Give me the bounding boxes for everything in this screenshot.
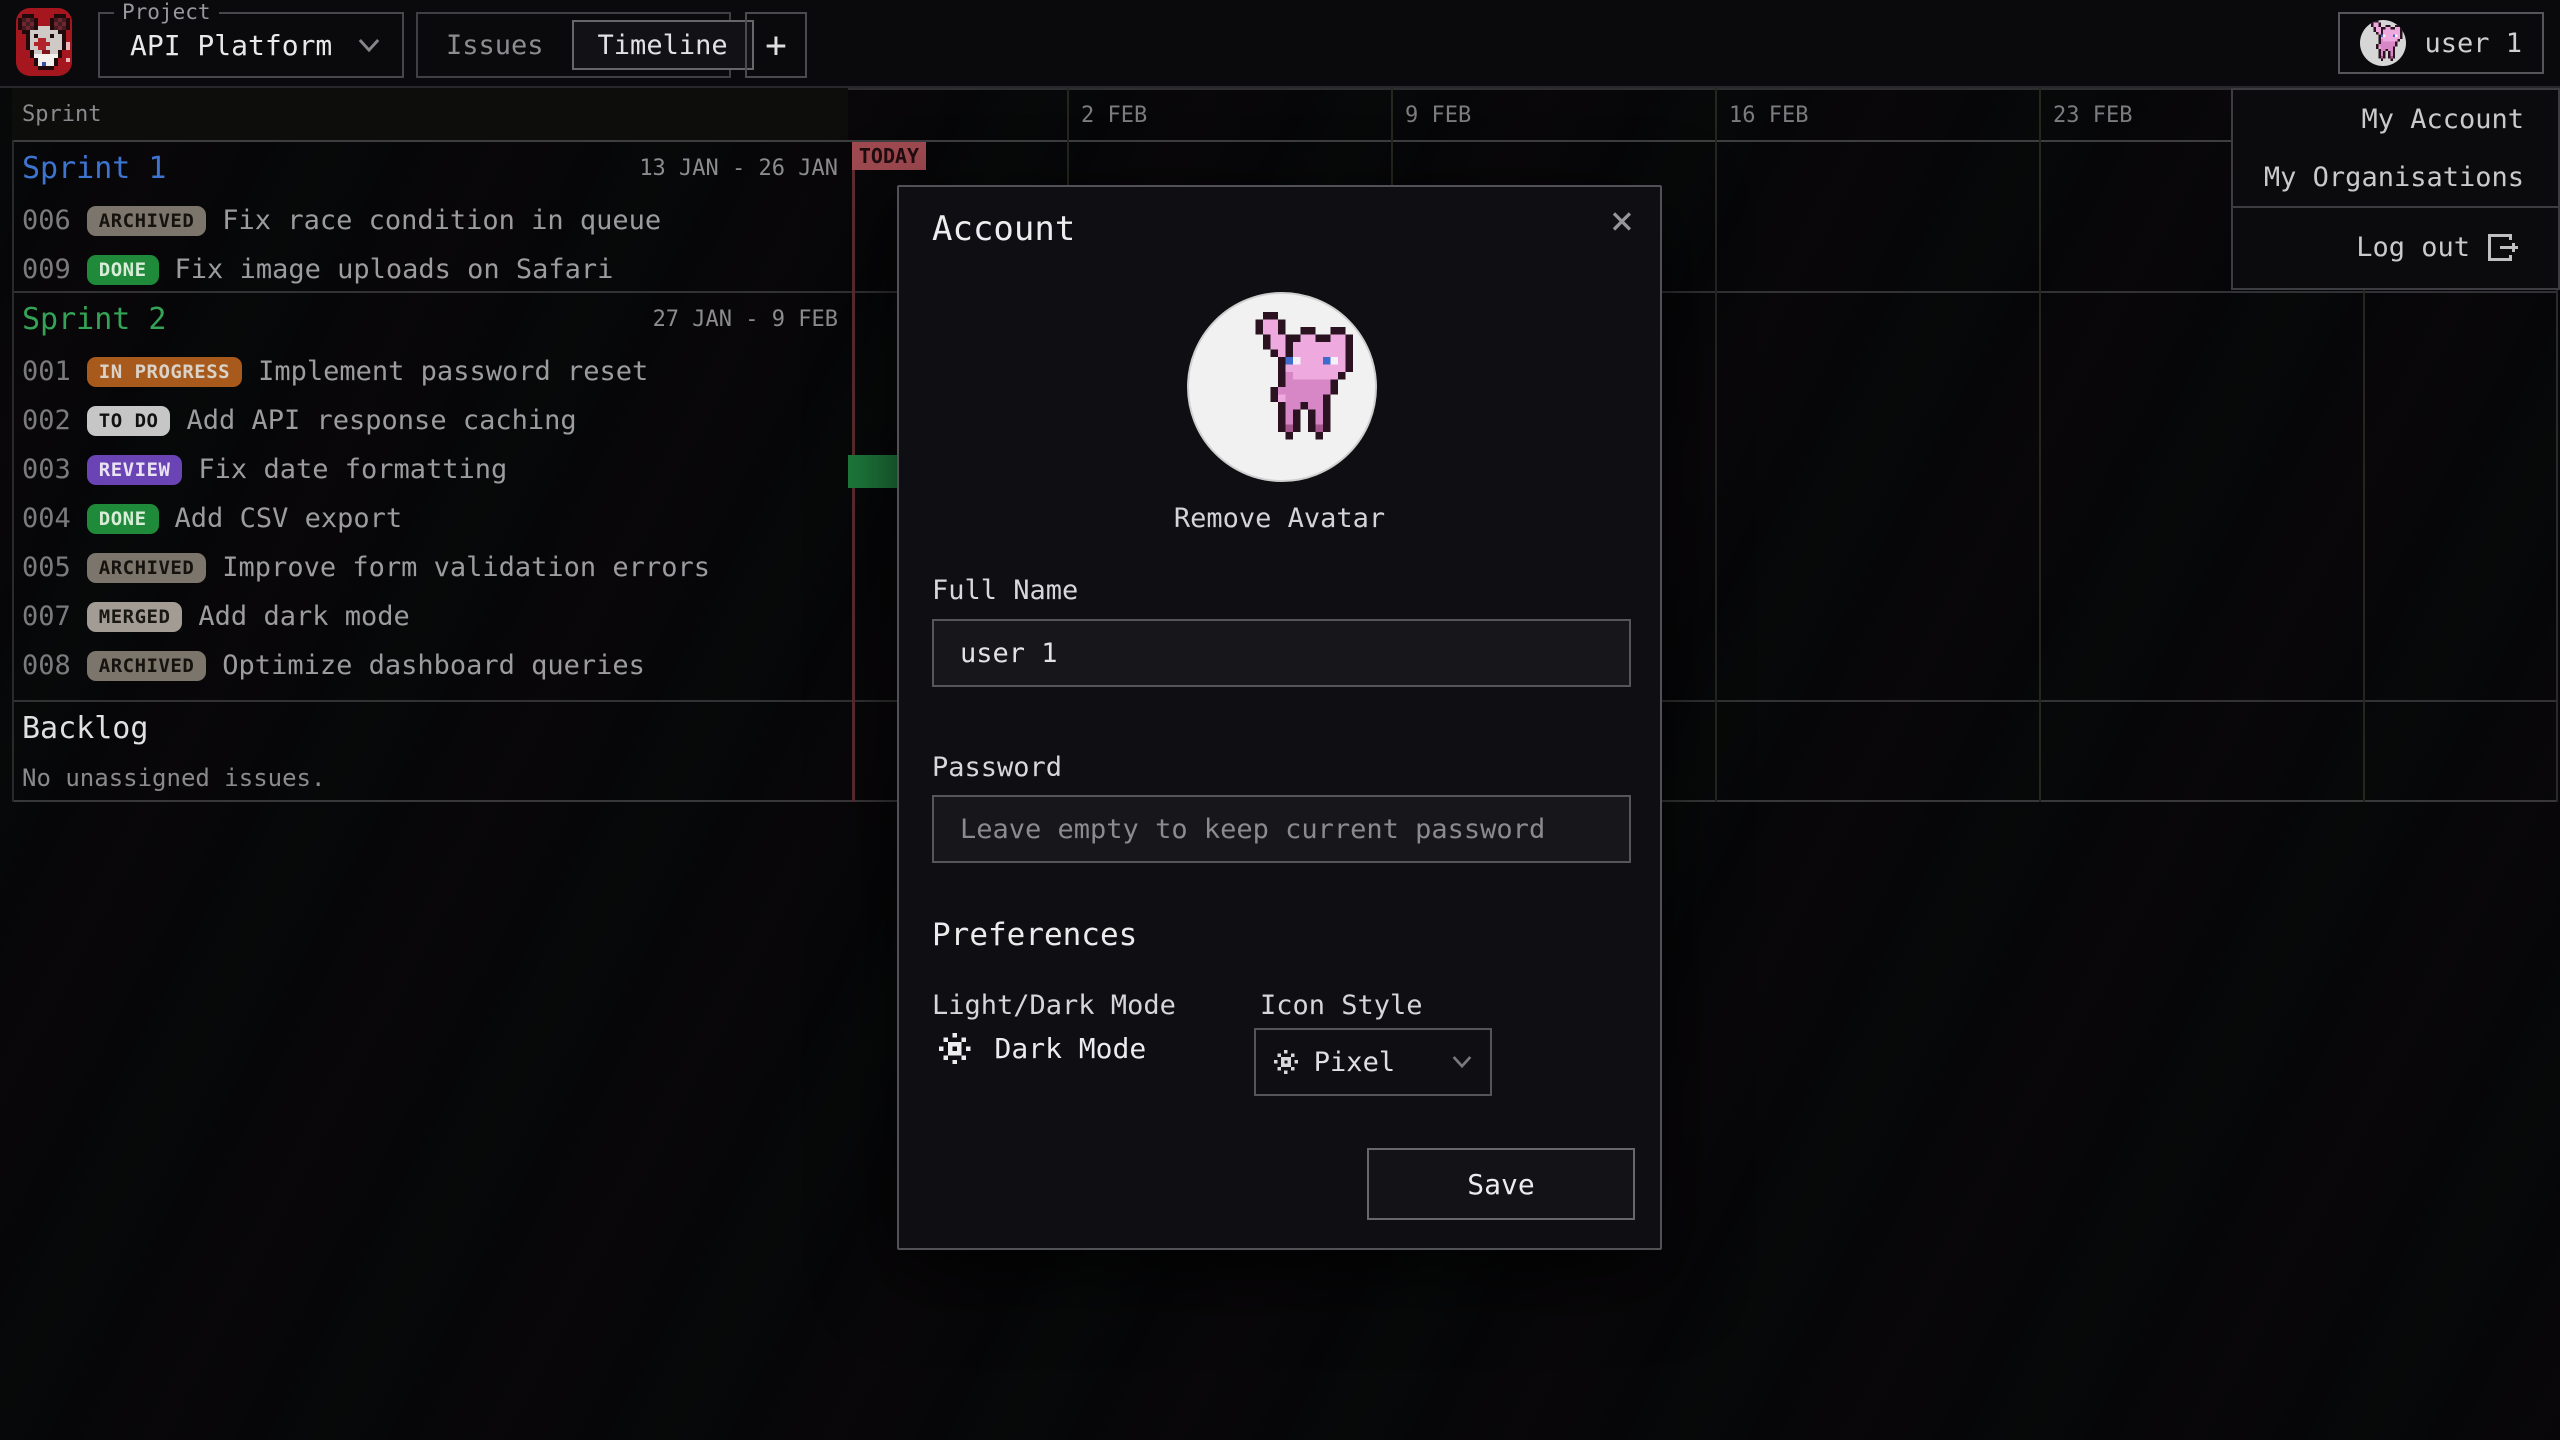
menu-item-log-out[interactable]: Log out xyxy=(2233,208,2558,286)
issue-row[interactable]: 009 DONE Fix image uploads on Safari xyxy=(12,245,848,294)
view-tabs: Issues Timeline xyxy=(416,12,731,78)
koala-pixel-icon xyxy=(18,14,70,70)
app-logo-koala-icon[interactable] xyxy=(16,8,72,76)
status-badge: TO DO xyxy=(87,406,171,436)
project-selector[interactable]: Project API Platform xyxy=(98,12,404,78)
sprint-section: Sprint 1 13 JAN - 26 JAN 006 ARCHIVED Fix ra… xyxy=(12,140,848,294)
issue-row[interactable]: 001 IN PROGRESS Implement password reset xyxy=(12,347,848,396)
chevron-down-icon xyxy=(358,38,380,53)
issue-row[interactable]: 008 ARCHIVED Optimize dashboard queries xyxy=(12,641,848,690)
add-button[interactable]: + xyxy=(745,12,807,78)
close-icon[interactable]: × xyxy=(1610,201,1634,241)
sprint-column-header: Sprint xyxy=(12,88,848,140)
issue-number: 005 xyxy=(22,552,71,583)
issue-number: 007 xyxy=(22,601,71,632)
issue-number: 001 xyxy=(22,356,71,387)
today-marker: TODAY xyxy=(852,142,926,170)
timeline-gridline xyxy=(2039,88,2041,802)
user-menu-button[interactable]: user 1 xyxy=(2338,12,2544,74)
sprint-name[interactable]: Backlog xyxy=(22,711,148,746)
menu-item-my-account[interactable]: My Account xyxy=(2233,90,2558,148)
tab-timeline[interactable]: Timeline xyxy=(572,20,754,70)
issue-number: 003 xyxy=(22,454,71,485)
log-out-label: Log out xyxy=(2356,232,2470,263)
status-badge: DONE xyxy=(87,504,159,534)
avatar-preview[interactable] xyxy=(1187,292,1377,482)
password-input[interactable] xyxy=(932,795,1631,863)
sprint-panel: Sprint Sprint 1 13 JAN - 26 JAN 006 ARCHIVE… xyxy=(12,88,848,802)
timeline-date-label: 16 FEB xyxy=(1729,103,1808,128)
sun-icon xyxy=(939,1033,971,1065)
dark-mode-toggle[interactable]: Dark Mode xyxy=(939,1032,1146,1065)
icon-style-label: Icon Style xyxy=(1260,990,1423,1021)
save-button[interactable]: Save xyxy=(1367,1148,1635,1220)
account-modal: Account × Remove Avatar Full Name Passwo… xyxy=(897,185,1662,1250)
issue-title: Add CSV export xyxy=(175,503,403,534)
issue-title: Fix race condition in queue xyxy=(222,205,661,236)
sprint-name[interactable]: Sprint 2 xyxy=(22,302,167,337)
status-badge: ARCHIVED xyxy=(87,553,207,583)
project-name: API Platform xyxy=(130,29,332,62)
tab-issues[interactable]: Issues xyxy=(418,30,572,61)
issue-title: Fix image uploads on Safari xyxy=(175,254,614,285)
backlog-empty-text: No unassigned issues. xyxy=(12,764,848,792)
sprint-dates: 13 JAN - 26 JAN xyxy=(639,156,838,181)
icon-style-value: Pixel xyxy=(1314,1047,1395,1078)
issue-title: Implement password reset xyxy=(258,356,648,387)
full-name-input[interactable] xyxy=(932,619,1631,687)
timeline-date-label: 23 FEB xyxy=(2053,103,2132,128)
logout-icon xyxy=(2488,234,2524,261)
issue-row[interactable]: 006 ARCHIVED Fix race condition in queue xyxy=(12,196,848,245)
remove-avatar-button[interactable]: Remove Avatar xyxy=(899,503,1660,534)
issue-number: 002 xyxy=(22,405,71,436)
mode-value: Dark Mode xyxy=(995,1032,1147,1065)
sprint-section: Backlog No unassigned issues. xyxy=(12,700,848,792)
timeline-date-label: 2 FEB xyxy=(1081,103,1147,128)
modal-title: Account xyxy=(932,209,1075,249)
issue-row[interactable]: 002 TO DO Add API response caching xyxy=(12,396,848,445)
issue-number: 006 xyxy=(22,205,71,236)
issue-row[interactable]: 003 REVIEW Fix date formatting xyxy=(12,445,848,494)
status-badge: REVIEW xyxy=(87,455,183,485)
timeline-date-label: 9 FEB xyxy=(1405,103,1471,128)
issue-number: 009 xyxy=(22,254,71,285)
status-badge: MERGED xyxy=(87,602,183,632)
issue-title: Add dark mode xyxy=(198,601,409,632)
issue-row[interactable]: 004 DONE Add CSV export xyxy=(12,494,848,543)
status-badge: DONE xyxy=(87,255,159,285)
issue-number: 004 xyxy=(22,503,71,534)
issue-title: Optimize dashboard queries xyxy=(222,650,645,681)
status-badge: IN PROGRESS xyxy=(87,357,242,387)
sprint-name[interactable]: Sprint 1 xyxy=(22,151,167,186)
project-selector-label: Project xyxy=(114,0,219,24)
status-badge: ARCHIVED xyxy=(87,206,207,236)
gantt-bar[interactable] xyxy=(848,455,897,488)
preferences-heading: Preferences xyxy=(932,917,1137,953)
top-bar: Project API Platform Issues Timeline + u… xyxy=(0,0,2560,88)
sprint-dates: 27 JAN - 9 FEB xyxy=(653,307,838,332)
user-dropdown-menu: My Account My Organisations Log out xyxy=(2231,88,2560,290)
user-name: user 1 xyxy=(2424,28,2522,59)
issue-row[interactable]: 005 ARCHIVED Improve form validation error… xyxy=(12,543,848,592)
issue-row[interactable]: 007 MERGED Add dark mode xyxy=(12,592,848,641)
issue-title: Add API response caching xyxy=(186,405,576,436)
full-name-label: Full Name xyxy=(932,575,1078,606)
mode-label: Light/Dark Mode xyxy=(932,990,1176,1021)
password-label: Password xyxy=(932,752,1062,783)
icon-style-select[interactable]: Pixel xyxy=(1254,1028,1492,1096)
sun-icon xyxy=(1274,1050,1298,1074)
chevron-down-icon xyxy=(1452,1055,1472,1069)
issue-title: Fix date formatting xyxy=(198,454,507,485)
issue-title: Improve form validation errors xyxy=(222,552,710,583)
status-badge: ARCHIVED xyxy=(87,651,207,681)
timeline-gridline xyxy=(1715,88,1717,802)
menu-item-my-organisations[interactable]: My Organisations xyxy=(2233,148,2558,206)
user-avatar-mew-icon xyxy=(2360,20,2406,66)
issue-number: 008 xyxy=(22,650,71,681)
sprint-section: Sprint 2 27 JAN - 9 FEB 001 IN PROGRESS Impl… xyxy=(12,291,848,690)
